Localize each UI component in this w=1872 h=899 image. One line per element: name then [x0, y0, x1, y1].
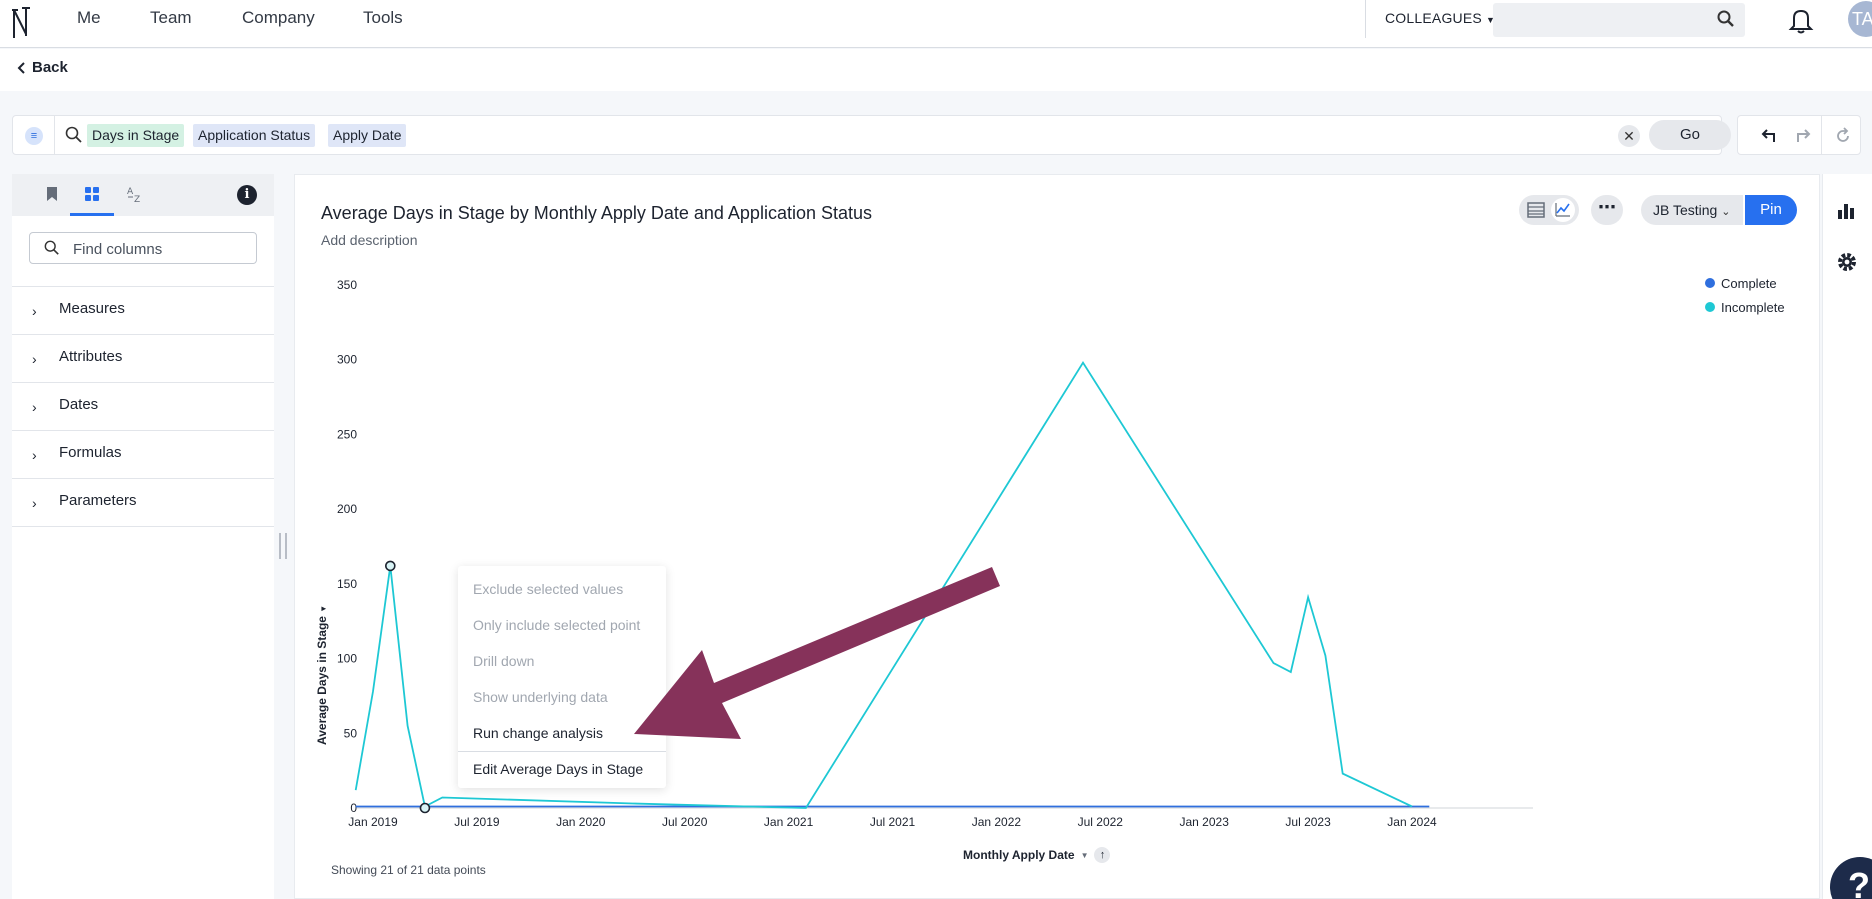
- gear-icon[interactable]: [1835, 250, 1859, 274]
- bar-chart-icon[interactable]: [1835, 200, 1857, 222]
- arrow-shape: [634, 567, 1000, 739]
- annotation-arrow: [634, 567, 1000, 739]
- right-rail: [1822, 174, 1872, 899]
